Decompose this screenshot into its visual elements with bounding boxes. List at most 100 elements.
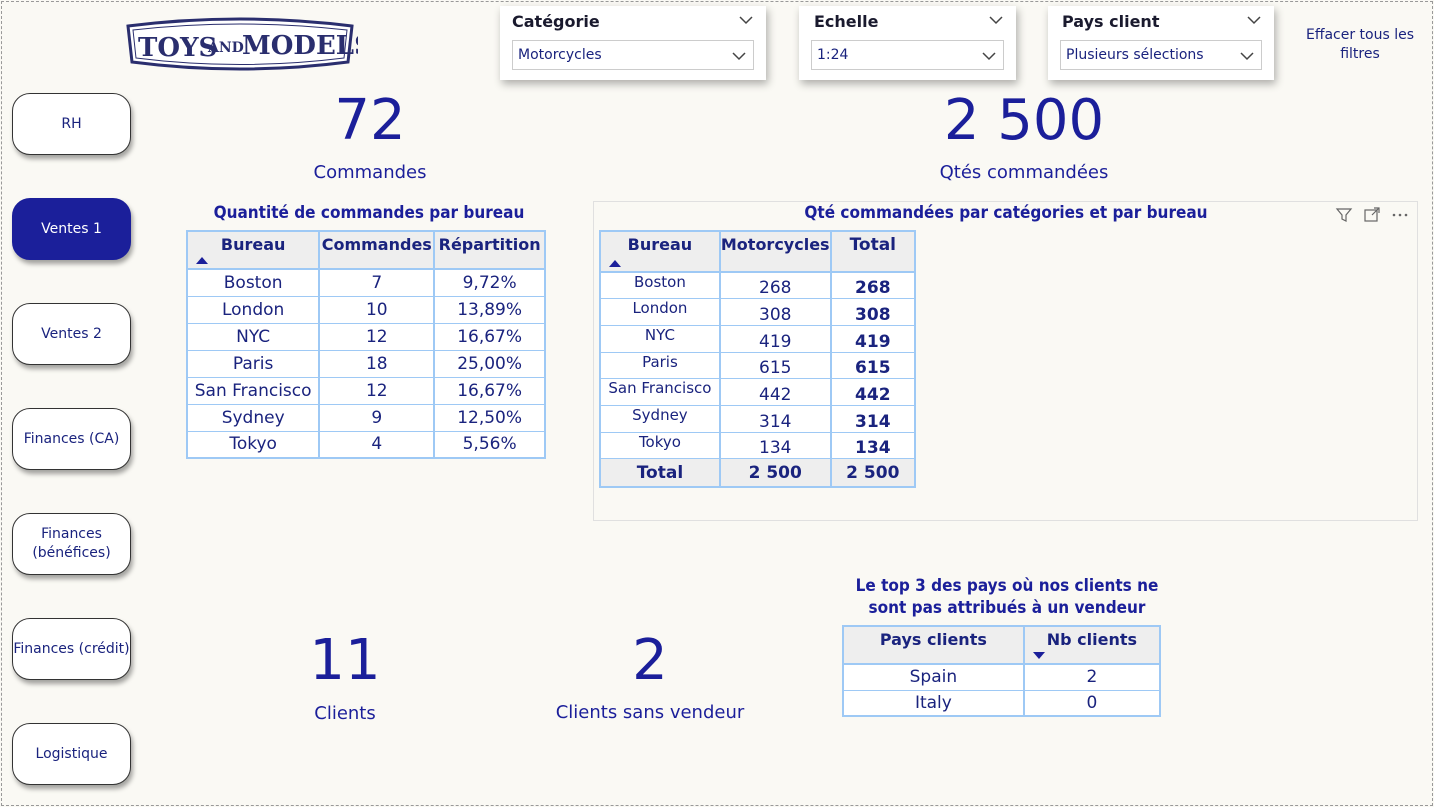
cell-total: 615	[829, 351, 917, 380]
table-row[interactable]: London 308 308	[599, 298, 917, 326]
kpi-sans-vendeur-label: Clients sans vendeur	[555, 702, 745, 723]
nav-button-ventes-2[interactable]: Ventes 2	[12, 303, 131, 365]
cell-bureau: Sydney	[185, 403, 321, 432]
cell-bureau: Paris	[599, 351, 721, 380]
cell-total: 419	[829, 324, 917, 353]
chevron-down-icon[interactable]	[1246, 14, 1262, 26]
nav-label: Finances (CA)	[23, 430, 120, 447]
nav-button-logistique[interactable]: Logistique	[12, 723, 131, 785]
column-header-bureau[interactable]: Bureau	[185, 230, 321, 270]
cell-grand-total: 2 500	[829, 458, 917, 488]
nav-label: Finances (crédit)	[13, 640, 130, 657]
slicer-title: Catégorie	[512, 12, 600, 31]
table-row[interactable]: Italy 0	[842, 689, 1162, 717]
clear-filters-button[interactable]: Effacer tous les filtres	[1300, 26, 1420, 64]
cell-bureau: Tokyo	[185, 430, 321, 459]
svg-text:AND: AND	[207, 40, 244, 56]
column-header-total[interactable]: Total	[829, 230, 917, 273]
cell-bureau: Boston	[599, 271, 721, 300]
kpi-qtes-label: Qtés commandées	[939, 162, 1109, 183]
slicer-dropdown-pays-client[interactable]: Plusieurs sélections	[1060, 40, 1262, 70]
nav-label: Finances (bénéfices)	[32, 526, 111, 561]
column-header-bureau[interactable]: Bureau	[599, 230, 721, 273]
cell-total: 314	[829, 404, 917, 433]
cell-nb-clients: 2	[1022, 663, 1162, 691]
cell-repartition: 12,50%	[433, 403, 546, 432]
table-row[interactable]: NYC 419 419	[599, 324, 917, 353]
table-row[interactable]: Tokyo 4 5,56%	[185, 430, 546, 459]
header-label: Commandes	[321, 235, 432, 254]
cell-bureau: NYC	[185, 322, 321, 351]
cell-repartition: 16,67%	[433, 322, 546, 351]
table-row[interactable]: Paris 18 25,00%	[185, 349, 546, 378]
cell-motorcycles: 314	[718, 404, 832, 433]
table-row[interactable]: Spain 2	[842, 663, 1162, 691]
chevron-down-icon	[1240, 52, 1254, 61]
column-header-nb-clients[interactable]: Nb clients	[1022, 625, 1162, 665]
cell-bureau: Paris	[185, 349, 321, 378]
column-header-motorcycles[interactable]: Motorcycles	[718, 230, 832, 273]
cell-motorcycles: 615	[718, 351, 832, 380]
chevron-down-icon	[732, 52, 746, 61]
cell-commandes: 10	[318, 295, 436, 324]
cell-bureau: San Francisco	[599, 378, 721, 406]
kpi-clients-label: Clients	[314, 703, 376, 724]
slicer-echelle: Echelle 1:24	[799, 6, 1016, 80]
cell-commandes: 9	[318, 403, 436, 432]
table-row[interactable]: San Francisco 442 442	[599, 378, 917, 406]
kpi-qtes-value: 2 500	[943, 88, 1105, 153]
cell-repartition: 5,56%	[433, 430, 546, 459]
cell-total-motorcycles: 2 500	[718, 458, 832, 488]
kpi-commandes-value: 72	[334, 88, 406, 153]
cell-repartition: 13,89%	[433, 295, 546, 324]
cell-commandes: 7	[318, 268, 436, 297]
cell-bureau: London	[599, 298, 721, 326]
nav-button-rh[interactable]: RH	[12, 93, 131, 155]
header-label: Bureau	[220, 235, 286, 254]
chevron-down-icon[interactable]	[988, 14, 1004, 26]
table-row[interactable]: Paris 615 615	[599, 351, 917, 380]
table-row[interactable]: Sydney 314 314	[599, 404, 917, 433]
sort-ascending-icon	[196, 257, 208, 264]
slicer-dropdown-categorie[interactable]: Motorcycles	[512, 40, 754, 70]
nav-label: RH	[61, 115, 82, 132]
table-row[interactable]: Sydney 9 12,50%	[185, 403, 546, 432]
table-row[interactable]: San Francisco 12 16,67%	[185, 376, 546, 405]
cell-pays: Spain	[842, 663, 1025, 691]
cell-bureau: London	[185, 295, 321, 324]
table-bureau: Bureau Commandes Répartition Boston 7 9,72…	[185, 230, 546, 459]
header-label: Nb clients	[1046, 630, 1138, 649]
cell-motorcycles: 308	[718, 298, 832, 326]
slicer-dropdown-echelle[interactable]: 1:24	[811, 40, 1004, 70]
table-row[interactable]: London 10 13,89%	[185, 295, 546, 324]
column-header-commandes[interactable]: Commandes	[318, 230, 436, 270]
matrix-table: Bureau Motorcycles Total Boston 268 268 Lon…	[599, 230, 917, 488]
slicer-title: Pays client	[1062, 12, 1160, 31]
total-row: Total 2 500 2 500	[599, 458, 917, 488]
cell-repartition: 25,00%	[433, 349, 546, 378]
nav-label: Ventes 2	[41, 325, 102, 342]
nav-button-ventes-1[interactable]: Ventes 1	[12, 198, 131, 260]
cell-motorcycles: 419	[718, 324, 832, 353]
top3-title-line-1: Le top 3 des pays où nos clients ne	[855, 576, 1159, 596]
table-row[interactable]: Tokyo 134 134	[599, 431, 917, 460]
cell-bureau: Tokyo	[599, 431, 721, 460]
column-header-pays-clients[interactable]: Pays clients	[842, 625, 1025, 665]
table-row[interactable]: NYC 12 16,67%	[185, 322, 546, 351]
cell-nb-clients: 0	[1022, 689, 1162, 717]
nav-button-finances-credit[interactable]: Finances (crédit)	[12, 618, 131, 680]
table-row[interactable]: Boston 268 268	[599, 271, 917, 300]
nav-label: Ventes 1	[41, 220, 102, 237]
nav-button-finances-ca[interactable]: Finances (CA)	[12, 408, 131, 470]
cell-total: 442	[829, 378, 917, 406]
column-header-repartition[interactable]: Répartition	[433, 230, 546, 270]
table-row[interactable]: Boston 7 9,72%	[185, 268, 546, 297]
kpi-clients-value: 11	[309, 628, 381, 693]
slicer-title: Echelle	[814, 12, 879, 31]
nav-button-finances-benefices[interactable]: Finances (bénéfices)	[12, 513, 131, 575]
cell-bureau: Boston	[185, 268, 321, 297]
header-label: Répartition	[438, 235, 541, 254]
cell-pays: Italy	[842, 689, 1025, 717]
chevron-down-icon[interactable]	[738, 14, 754, 26]
header-label: Bureau	[627, 235, 693, 254]
